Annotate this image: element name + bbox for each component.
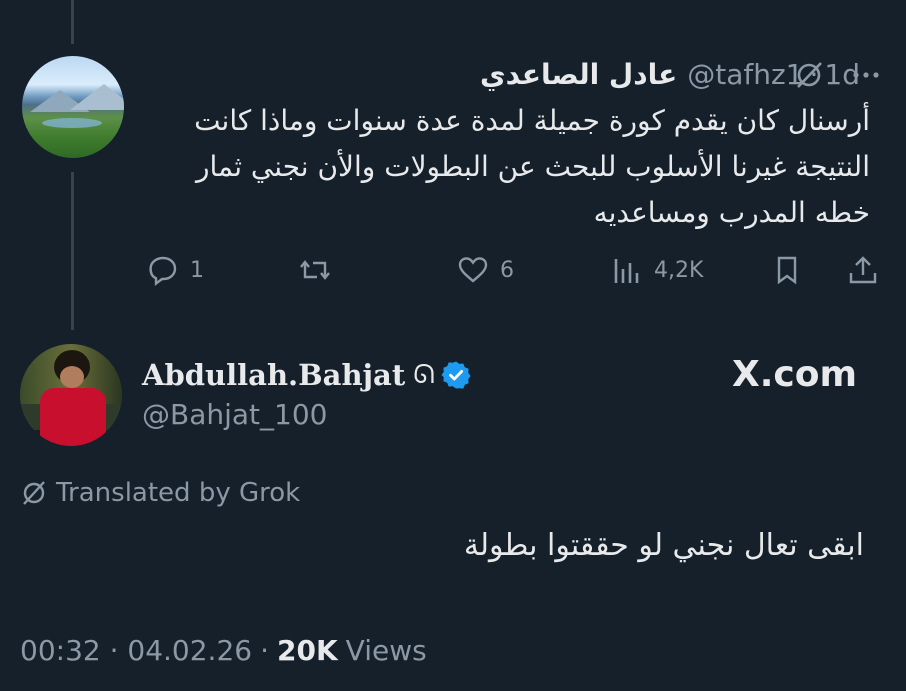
share-button[interactable] [846, 252, 880, 288]
reply-count: 1 [190, 257, 204, 283]
action-bar: 1 6 4,2K [146, 252, 886, 292]
separator: · [260, 634, 269, 667]
bookmark-button[interactable] [770, 252, 804, 288]
tweet-text: ابقى تعال نجني لو حققتوا بطولة [463, 528, 864, 563]
share-icon [849, 256, 877, 284]
watermark: X.com [732, 354, 858, 395]
handle[interactable]: @tafhz1 [687, 58, 803, 91]
translation-notice[interactable]: Translated by Grok [20, 478, 300, 508]
views-count: 20K [277, 634, 338, 667]
like-icon [458, 257, 488, 283]
reply-button[interactable]: 1 [146, 252, 204, 288]
more-icon[interactable] [848, 60, 884, 90]
retweet-icon [300, 260, 330, 280]
timestamp[interactable]: 00:32 · 04.02.26 [20, 634, 252, 667]
grok-icon[interactable] [792, 60, 826, 90]
verified-badge-icon [441, 361, 471, 389]
avatar[interactable] [22, 56, 124, 158]
name-emoji: ᘏ [413, 359, 435, 390]
like-button[interactable]: 6 [456, 252, 514, 288]
views-icon [614, 259, 639, 283]
views-button[interactable]: 4,2K [610, 252, 703, 288]
reply-icon [149, 256, 177, 287]
avatar[interactable] [20, 344, 122, 446]
views-label: Views [345, 634, 427, 667]
thread-line [71, 172, 74, 330]
tweet-metadata: 00:32 · 04.02.26 · 20K Views [20, 634, 427, 667]
retweet-button[interactable] [298, 252, 342, 288]
tweet-text: أرسنال كان يقدم كورة جميلة لمدة عدة سنوا… [194, 104, 870, 229]
translated-label: Translated by Grok [56, 478, 301, 508]
display-name[interactable]: Abdullah.Bahjat [142, 358, 405, 392]
handle[interactable]: @Bahjat_100 [142, 398, 327, 431]
grok-icon [23, 481, 45, 505]
bookmark-icon [777, 256, 797, 285]
display-name[interactable]: عادل الصاعدي [480, 58, 677, 91]
thread-line-top [71, 0, 74, 44]
views-count: 4,2K [654, 257, 704, 283]
author-row: Abdullah.Bahjat ᘏ [142, 354, 471, 396]
like-count: 6 [500, 257, 514, 283]
